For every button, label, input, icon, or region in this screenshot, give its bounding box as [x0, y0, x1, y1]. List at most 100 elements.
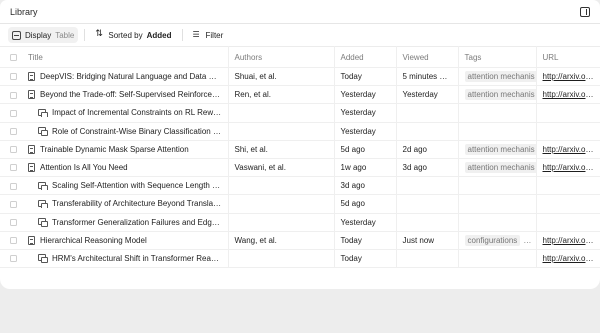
viewed-cell: 2d ago: [396, 140, 459, 159]
url-link[interactable]: http://arxiv.org/a...: [543, 163, 600, 172]
row-checkbox[interactable]: [10, 91, 17, 99]
authors-cell: Ren, et al.: [228, 85, 335, 105]
tag-chip[interactable]: attention mechanis: [464, 162, 535, 174]
url-cell: [536, 176, 600, 196]
row-checkbox[interactable]: [10, 182, 17, 190]
url-cell: http://arxiv.org/a...: [536, 249, 600, 269]
tag-chip[interactable]: attention mechanis: [464, 89, 535, 101]
title-cell[interactable]: Trainable Dynamic Mask Sparse Attention: [22, 140, 229, 159]
sort-icon: [95, 29, 104, 40]
chat-row[interactable]: Transferability of Architecture Beyond T…: [0, 194, 600, 214]
chat-row[interactable]: Impact of Incremental Constraints on RL …: [0, 103, 600, 123]
title-cell[interactable]: Scaling Self-Attention with Sequence Len…: [22, 176, 229, 196]
row-title: Beyond the Trade-off: Self-Supervised Re…: [40, 90, 222, 100]
column-header-added[interactable]: Added: [334, 46, 397, 68]
authors-cell: Wang, et al.: [228, 231, 335, 250]
chat-row[interactable]: Scaling Self-Attention with Sequence Len…: [0, 176, 600, 196]
row-select-cell: [0, 140, 22, 159]
document-icon: [28, 235, 35, 245]
added-cell: Today: [334, 67, 397, 87]
row-checkbox[interactable]: [10, 164, 17, 172]
row-title: Hierarchical Reasoning Model: [40, 235, 147, 245]
title-cell[interactable]: Beyond the Trade-off: Self-Supervised Re…: [22, 85, 229, 105]
tags-cell: attention mechanis: [458, 67, 537, 87]
added-cell: Today: [334, 231, 397, 250]
row-checkbox[interactable]: [10, 109, 17, 117]
document-icon: [28, 90, 35, 100]
added-cell: 5d ago: [334, 140, 397, 159]
added-cell: 3d ago: [334, 176, 397, 196]
document-row[interactable]: DeepVIS: Bridging Natural Language and D…: [0, 67, 600, 87]
tags-cell: configurationspa: [458, 231, 537, 250]
display-button[interactable]: Display Table: [8, 27, 79, 43]
url-cell: http://arxiv.org/a...: [536, 158, 600, 178]
url-cell: [536, 103, 600, 123]
title-cell[interactable]: Transferability of Architecture Beyond T…: [22, 194, 229, 214]
select-all-cell: [0, 46, 22, 68]
toolbar-divider: [84, 29, 86, 41]
added-cell: 5d ago: [334, 194, 397, 214]
row-checkbox[interactable]: [10, 200, 17, 208]
row-title: Transformer Generalization Failures and …: [52, 217, 222, 227]
row-select-cell: [0, 176, 22, 196]
url-cell: http://arxiv.org/a...: [536, 85, 600, 105]
document-row[interactable]: Attention Is All You Need Vaswani, et al.…: [0, 158, 600, 178]
authors-cell: Vaswani, et al.: [228, 158, 335, 178]
title-cell[interactable]: Impact of Incremental Constraints on RL …: [22, 103, 229, 123]
url-link[interactable]: http://arxiv.org/a...: [543, 254, 600, 263]
chat-icon: [38, 108, 48, 118]
sort-button[interactable]: Sorted by Added: [91, 27, 175, 43]
document-row[interactable]: Trainable Dynamic Mask Sparse Attention S…: [0, 140, 600, 159]
library-table: Title Authors Added Viewed Tags URL Deep…: [0, 46, 600, 269]
row-select-cell: [0, 194, 22, 214]
window-title: Library: [10, 6, 38, 17]
tag-chip[interactable]: attention mechanis: [464, 71, 535, 83]
url-link[interactable]: http://arxiv.org/a...: [543, 90, 600, 99]
library-window: Library Display Table Sorted by Added Fi…: [0, 0, 600, 289]
chat-row[interactable]: Role of Constraint-Wise Binary Classific…: [0, 122, 600, 141]
chat-row[interactable]: HRM's Architectural Shift in Transformer…: [0, 249, 600, 269]
row-checkbox[interactable]: [10, 255, 17, 263]
authors-cell: [228, 213, 335, 232]
title-cell[interactable]: Hierarchical Reasoning Model: [22, 231, 229, 250]
chat-icon: [38, 127, 48, 136]
select-all-checkbox[interactable]: [10, 53, 17, 61]
tag-chip[interactable]: attention mechanis: [464, 143, 535, 155]
document-row[interactable]: Beyond the Trade-off: Self-Supervised Re…: [0, 85, 600, 105]
title-cell[interactable]: HRM's Architectural Shift in Transformer…: [22, 249, 229, 269]
url-link[interactable]: http://arxiv.org/a...: [543, 236, 600, 245]
title-cell[interactable]: Attention Is All You Need: [22, 158, 229, 178]
row-checkbox[interactable]: [10, 146, 17, 154]
display-value: Table: [55, 30, 75, 40]
filter-button[interactable]: Filter: [189, 27, 228, 43]
column-header-authors[interactable]: Authors: [228, 46, 335, 68]
url-link[interactable]: http://arxiv.org/a...: [543, 72, 600, 81]
row-title: Role of Constraint-Wise Binary Classific…: [52, 126, 222, 136]
row-checkbox[interactable]: [10, 218, 17, 226]
title-cell[interactable]: DeepVIS: Bridging Natural Language and D…: [22, 67, 229, 87]
sort-label: Sorted by: [108, 30, 143, 40]
title-cell[interactable]: Role of Constraint-Wise Binary Classific…: [22, 122, 229, 141]
column-header-viewed[interactable]: Viewed: [396, 46, 459, 68]
display-label: Display: [25, 30, 52, 40]
added-cell: Yesterday: [334, 213, 397, 232]
tag-chip[interactable]: configurations: [464, 234, 521, 246]
sidebar-toggle-icon[interactable]: [580, 6, 590, 17]
url-link[interactable]: http://arxiv.org/a...: [543, 145, 600, 154]
tags-cell: [458, 103, 537, 123]
title-cell[interactable]: Transformer Generalization Failures and …: [22, 213, 229, 232]
column-header-url[interactable]: URL: [536, 46, 600, 68]
column-header-tags[interactable]: Tags: [458, 46, 537, 68]
row-checkbox[interactable]: [10, 73, 17, 81]
url-cell: http://arxiv.org/a...: [536, 67, 600, 87]
tags-cell: [458, 213, 537, 232]
document-row[interactable]: Hierarchical Reasoning Model Wang, et al.…: [0, 231, 600, 250]
tags-cell: [458, 176, 537, 196]
chat-icon: [38, 199, 48, 209]
chat-row[interactable]: Transformer Generalization Failures and …: [0, 213, 600, 232]
row-checkbox[interactable]: [10, 237, 17, 245]
added-cell: 1w ago: [334, 158, 397, 178]
column-header-title[interactable]: Title: [22, 46, 229, 68]
row-checkbox[interactable]: [10, 128, 17, 136]
tags-cell: [458, 249, 537, 269]
